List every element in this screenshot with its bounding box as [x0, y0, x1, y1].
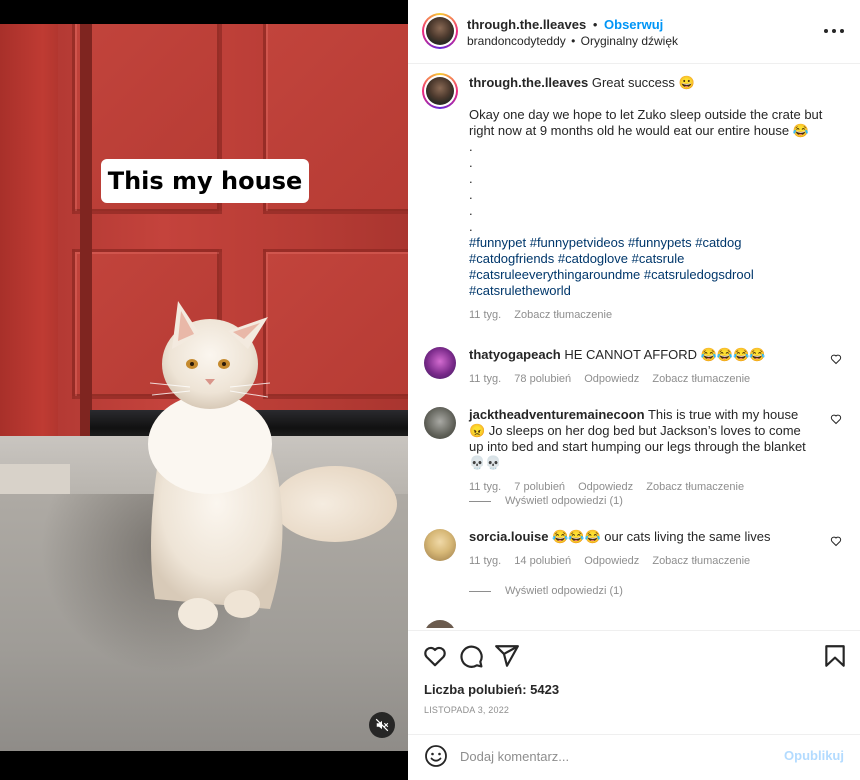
view-replies-button[interactable]: Wyświetl odpowiedzi (1)	[469, 585, 623, 597]
view-replies-button[interactable]: Wyświetl odpowiedzi (1)	[469, 495, 623, 507]
video-caption-sticker: This my house	[101, 159, 309, 203]
reply-button[interactable]: Odpowiedz	[584, 555, 639, 567]
publish-button[interactable]: Opublikuj	[784, 748, 844, 763]
post-header: through.the.lleaves • Obserwuj brandonco…	[408, 0, 860, 64]
translate-link[interactable]: Zobacz tłumaczenie	[646, 481, 744, 493]
translate-link[interactable]: Zobacz tłumaczenie	[652, 373, 750, 385]
caption-username[interactable]: through.the.lleaves	[469, 75, 588, 90]
comment-likes[interactable]: 14 polubień	[514, 555, 571, 567]
view-replies-label: Wyświetl odpowiedzi (1)	[505, 495, 623, 507]
comment-age[interactable]: 11 tyg.	[469, 481, 501, 493]
emoji-icon[interactable]	[424, 744, 448, 768]
comments-list[interactable]: through.the.lleaves Great success 😀 Okay…	[408, 65, 860, 628]
comment-input[interactable]	[460, 745, 760, 767]
add-comment-bar: Opublikuj	[408, 734, 860, 780]
caption-title: Great success 😀	[591, 75, 695, 90]
view-replies-label: Wyświetl odpowiedzi (1)	[505, 585, 623, 597]
comment-text: 😂😂😂 our cats living the same lives	[552, 529, 771, 544]
comment-username[interactable]: sorcia.louise	[469, 529, 548, 544]
post-date: LISTOPADA 3, 2022	[424, 705, 510, 715]
heart-icon[interactable]	[830, 353, 842, 365]
comment-username[interactable]: thatyogapeach	[469, 347, 561, 362]
avatar[interactable]	[424, 347, 456, 379]
mute-button[interactable]	[369, 712, 395, 738]
caption-dots: . . . . . .	[469, 139, 473, 234]
comment-username[interactable]: jacktheadventuremainecoon	[469, 407, 645, 422]
post-actions: Liczba polubień: 5423 LISTOPADA 3, 2022	[408, 630, 860, 734]
audio-label[interactable]: Oryginalny dźwięk	[581, 34, 678, 48]
post-age[interactable]: 11 tyg.	[469, 309, 501, 321]
cat-image	[148, 301, 397, 630]
translate-link[interactable]: Zobacz tłumaczenie	[514, 309, 612, 321]
speaker-muted-icon	[375, 718, 389, 732]
separator: •	[592, 17, 598, 32]
door-frame-edge	[80, 24, 92, 464]
more-options-icon[interactable]	[824, 24, 844, 38]
comment-age[interactable]: 11 tyg.	[469, 373, 501, 385]
audio-username[interactable]: brandoncodyteddy	[467, 34, 566, 48]
avatar[interactable]	[424, 529, 456, 561]
avatar[interactable]	[424, 407, 456, 439]
video-frame[interactable]: This my house	[0, 24, 408, 751]
comment-likes[interactable]: 78 polubień	[514, 373, 571, 385]
avatar[interactable]	[422, 13, 458, 49]
heart-icon[interactable]	[830, 413, 842, 425]
separator: •	[571, 34, 576, 48]
heart-icon[interactable]	[422, 643, 448, 669]
post-media[interactable]: This my house	[0, 0, 408, 780]
bookmark-icon[interactable]	[822, 643, 848, 669]
comment-text: HE CANNOT AFFORD 😂😂😂😂	[564, 347, 766, 362]
translate-link[interactable]: Zobacz tłumaczenie	[652, 555, 750, 567]
avatar[interactable]	[424, 620, 456, 628]
reply-button[interactable]: Odpowiedz	[578, 481, 633, 493]
heart-icon[interactable]	[830, 535, 842, 547]
caption-body: Okay one day we hope to let Zuko sleep o…	[469, 107, 823, 138]
post-details-panel: through.the.lleaves • Obserwuj brandonco…	[408, 0, 860, 780]
comment-likes[interactable]: 7 polubień	[514, 481, 565, 493]
comment-icon[interactable]	[458, 643, 484, 669]
avatar[interactable]	[422, 73, 458, 109]
caption-hashtags[interactable]: #funnypet #funnypetvideos #funnypets #ca…	[469, 235, 824, 299]
share-icon[interactable]	[494, 643, 520, 669]
likes-count[interactable]: Liczba polubień: 5423	[424, 682, 559, 697]
comment-age[interactable]: 11 tyg.	[469, 555, 501, 567]
author-username[interactable]: through.the.lleaves	[467, 17, 586, 32]
reply-button[interactable]: Odpowiedz	[584, 373, 639, 385]
follow-button[interactable]: Obserwuj	[604, 17, 663, 32]
